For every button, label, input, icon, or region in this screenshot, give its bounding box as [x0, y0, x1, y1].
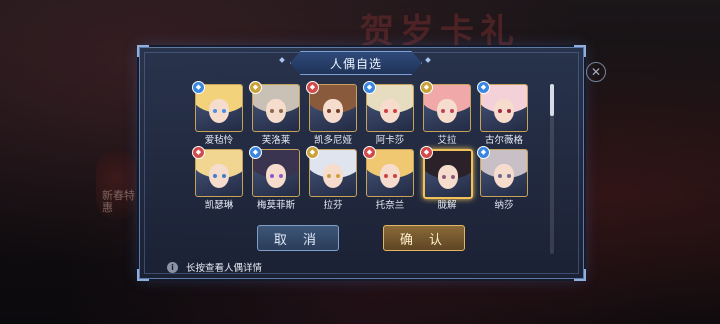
character-name: 古尔薇格 — [484, 135, 523, 146]
element-badge-icon: ◆ — [249, 146, 262, 159]
character-name: 艾拉 — [437, 135, 457, 146]
element-badge-icon: ◆ — [306, 146, 319, 159]
character-card[interactable]: ◆ 古尔薇格 — [477, 81, 528, 146]
close-icon[interactable]: ✕ — [586, 62, 606, 82]
character-card[interactable]: ◆ 胧解 — [420, 146, 473, 211]
character-name: 梅莫菲斯 — [256, 200, 295, 211]
character-card[interactable]: ◆ 托奈兰 — [363, 146, 414, 211]
portrait-face — [266, 99, 286, 123]
element-badge-icon: ◆ — [420, 81, 433, 94]
dialog-title: 人偶自选 — [329, 56, 382, 71]
character-name: 阿卡莎 — [375, 135, 405, 146]
portrait-face — [380, 99, 400, 123]
portrait-eye — [222, 174, 226, 178]
character-card[interactable]: ◆ 拉芬 — [306, 146, 357, 211]
character-name: 凯瑟琳 — [204, 200, 234, 211]
portrait-eye — [450, 109, 454, 113]
portrait-eye — [393, 174, 397, 178]
element-badge-icon: ◆ — [420, 146, 433, 159]
portrait-eye — [498, 109, 502, 113]
character-name: 胧解 — [437, 200, 457, 211]
portrait-face — [438, 165, 458, 189]
portrait-eye — [393, 109, 397, 113]
character-card[interactable]: ◆ 爱毡怜 — [192, 81, 243, 146]
portrait-face — [323, 99, 343, 123]
portrait-eye — [327, 174, 331, 178]
portrait-eye — [336, 174, 340, 178]
portrait-eye — [213, 174, 217, 178]
element-badge-icon: ◆ — [192, 81, 205, 94]
element-badge-icon: ◆ — [477, 81, 490, 94]
character-card[interactable]: ◆ 阿卡莎 — [363, 81, 414, 146]
portrait-face — [209, 164, 229, 188]
portrait-face — [437, 99, 457, 123]
portrait-eye — [222, 109, 226, 113]
portrait-eye — [279, 109, 283, 113]
portrait-eye — [336, 109, 340, 113]
portrait-face — [380, 164, 400, 188]
scrollbar-thumb[interactable] — [550, 84, 554, 116]
portrait-face — [209, 99, 229, 123]
portrait-eye — [507, 109, 511, 113]
portrait-face — [494, 164, 514, 188]
character-name: 托奈兰 — [375, 200, 405, 211]
frame-corner — [574, 269, 586, 281]
title-ornament — [425, 57, 431, 63]
hint-text: 长按查看人偶详情 — [186, 263, 263, 274]
element-badge-icon: ◆ — [363, 146, 376, 159]
portrait-eye — [507, 174, 511, 178]
element-badge-icon: ◆ — [306, 81, 319, 94]
portrait-eye — [270, 174, 274, 178]
portrait-eye — [213, 109, 217, 113]
element-badge-icon: ◆ — [363, 81, 376, 94]
cancel-button[interactable]: 取 消 — [257, 225, 339, 251]
element-badge-icon: ◆ — [249, 81, 262, 94]
character-card[interactable]: ◆ 芙洛莱 — [249, 81, 300, 146]
hint-row: i 长按查看人偶详情 — [167, 260, 262, 274]
portrait-eye — [384, 109, 388, 113]
portrait-eye — [279, 174, 283, 178]
character-card[interactable]: ◆ 纳莎 — [477, 146, 528, 211]
title-ornament — [279, 57, 285, 63]
character-name: 芙洛莱 — [261, 135, 291, 146]
element-badge-icon: ◆ — [192, 146, 205, 159]
character-card[interactable]: ◆ 梅莫菲斯 — [249, 146, 300, 211]
portrait-eye — [498, 174, 502, 178]
info-icon: i — [167, 261, 178, 273]
character-card[interactable]: ◆ 艾拉 — [420, 81, 471, 146]
frame-corner — [574, 45, 586, 57]
portrait-face — [266, 164, 286, 188]
character-card[interactable]: ◆ 凯多尼娅 — [306, 81, 357, 146]
character-name: 纳莎 — [494, 200, 514, 211]
portrait-eye — [451, 175, 455, 179]
portrait-face — [494, 99, 514, 123]
doll-select-dialog: 人偶自选 ◆ 爱毡怜 ◆ 芙洛莱 ◆ 凯多尼娅 ◆ 阿卡莎 ◆ 艾拉 ◆ 古尔薇格 ◆ 凯瑟琳 ◆ 梅莫菲斯 ◆… — [137, 45, 586, 281]
portrait-eye — [442, 175, 446, 179]
character-card[interactable]: ◆ 凯瑟琳 — [192, 146, 243, 211]
portrait-face — [323, 164, 343, 188]
character-name: 凯多尼娅 — [313, 135, 352, 146]
element-badge-icon: ◆ — [477, 146, 490, 159]
portrait-eye — [270, 109, 274, 113]
frame-corner — [137, 269, 149, 281]
confirm-button[interactable]: 确 认 — [383, 225, 465, 251]
character-name: 拉芬 — [323, 200, 343, 211]
portrait-eye — [441, 109, 445, 113]
frame-corner — [137, 45, 149, 57]
character-name: 爱毡怜 — [204, 135, 234, 146]
portrait-eye — [384, 174, 388, 178]
portrait-eye — [327, 109, 331, 113]
dialog-title-bar: 人偶自选 — [290, 51, 422, 75]
